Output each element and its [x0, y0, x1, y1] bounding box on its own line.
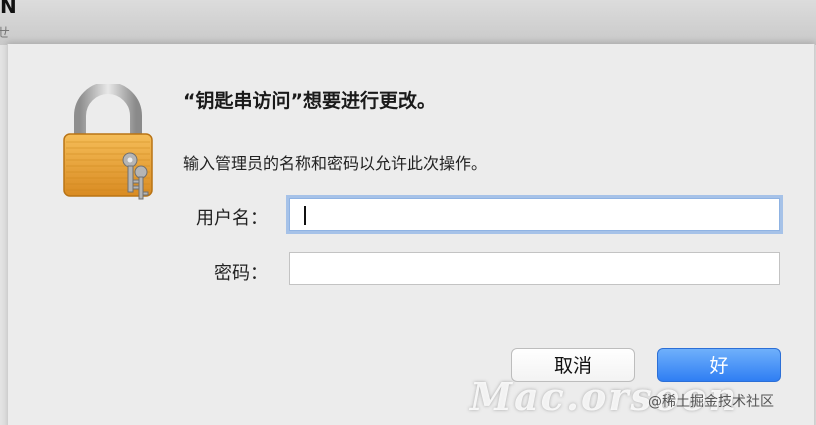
dialog-message: 输入管理员的名称和密码以允许此次操作。 — [183, 154, 488, 173]
password-label: 密码： — [214, 263, 268, 284]
username-field[interactable] — [289, 198, 780, 231]
password-input[interactable] — [290, 253, 779, 284]
authentication-dialog: “钥匙串访问”想要进行更改。 输入管理员的名称和密码以允许此次操作。 用户名： … — [7, 44, 815, 425]
password-field[interactable] — [289, 252, 780, 285]
dialog-title: “钥匙串访问”想要进行更改。 — [183, 90, 436, 112]
username-label: 用户名： — [196, 208, 268, 229]
watermark-credit: @稀土掘金技术社区 — [648, 394, 774, 410]
background-window-title: N — [0, 0, 17, 18]
screen: N ㄝ “钥匙串访问”想要进行更改。 输入管理员的名称和密码以允许此次操作。 用… — [0, 0, 816, 425]
username-input[interactable] — [290, 199, 779, 230]
background-window-glyph: ㄝ — [0, 26, 11, 41]
text-cursor — [304, 206, 306, 225]
background-window: N ㄝ — [0, 0, 816, 45]
lock-icon — [63, 84, 153, 200]
